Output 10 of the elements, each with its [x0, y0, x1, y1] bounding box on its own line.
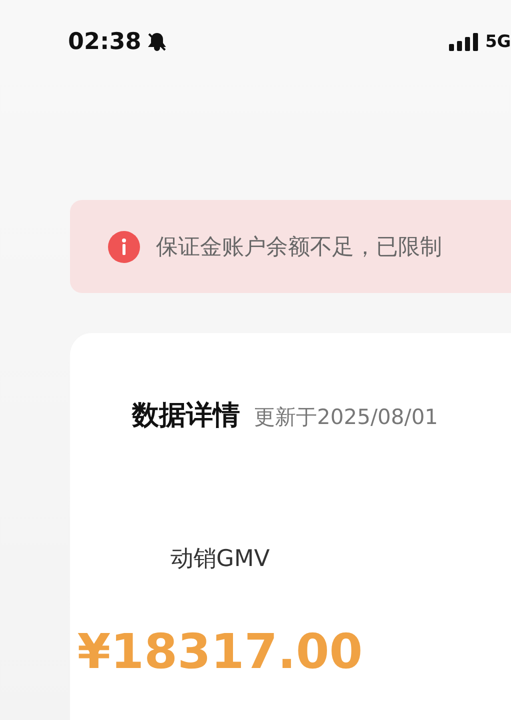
info-icon	[108, 230, 140, 262]
card-title: 数据详情	[132, 399, 240, 433]
update-time: 更新于2025/08/01	[254, 404, 438, 431]
metric-label: 动销GMV	[170, 545, 270, 574]
bell-off-icon	[147, 32, 168, 52]
metric-value: ¥18317.00	[77, 624, 363, 680]
network-label: 5G	[485, 32, 511, 52]
status-time: 02:38	[68, 29, 142, 55]
alert-text: 保证金账户余额不足，已限制	[156, 234, 442, 262]
signal-icon	[449, 33, 480, 51]
